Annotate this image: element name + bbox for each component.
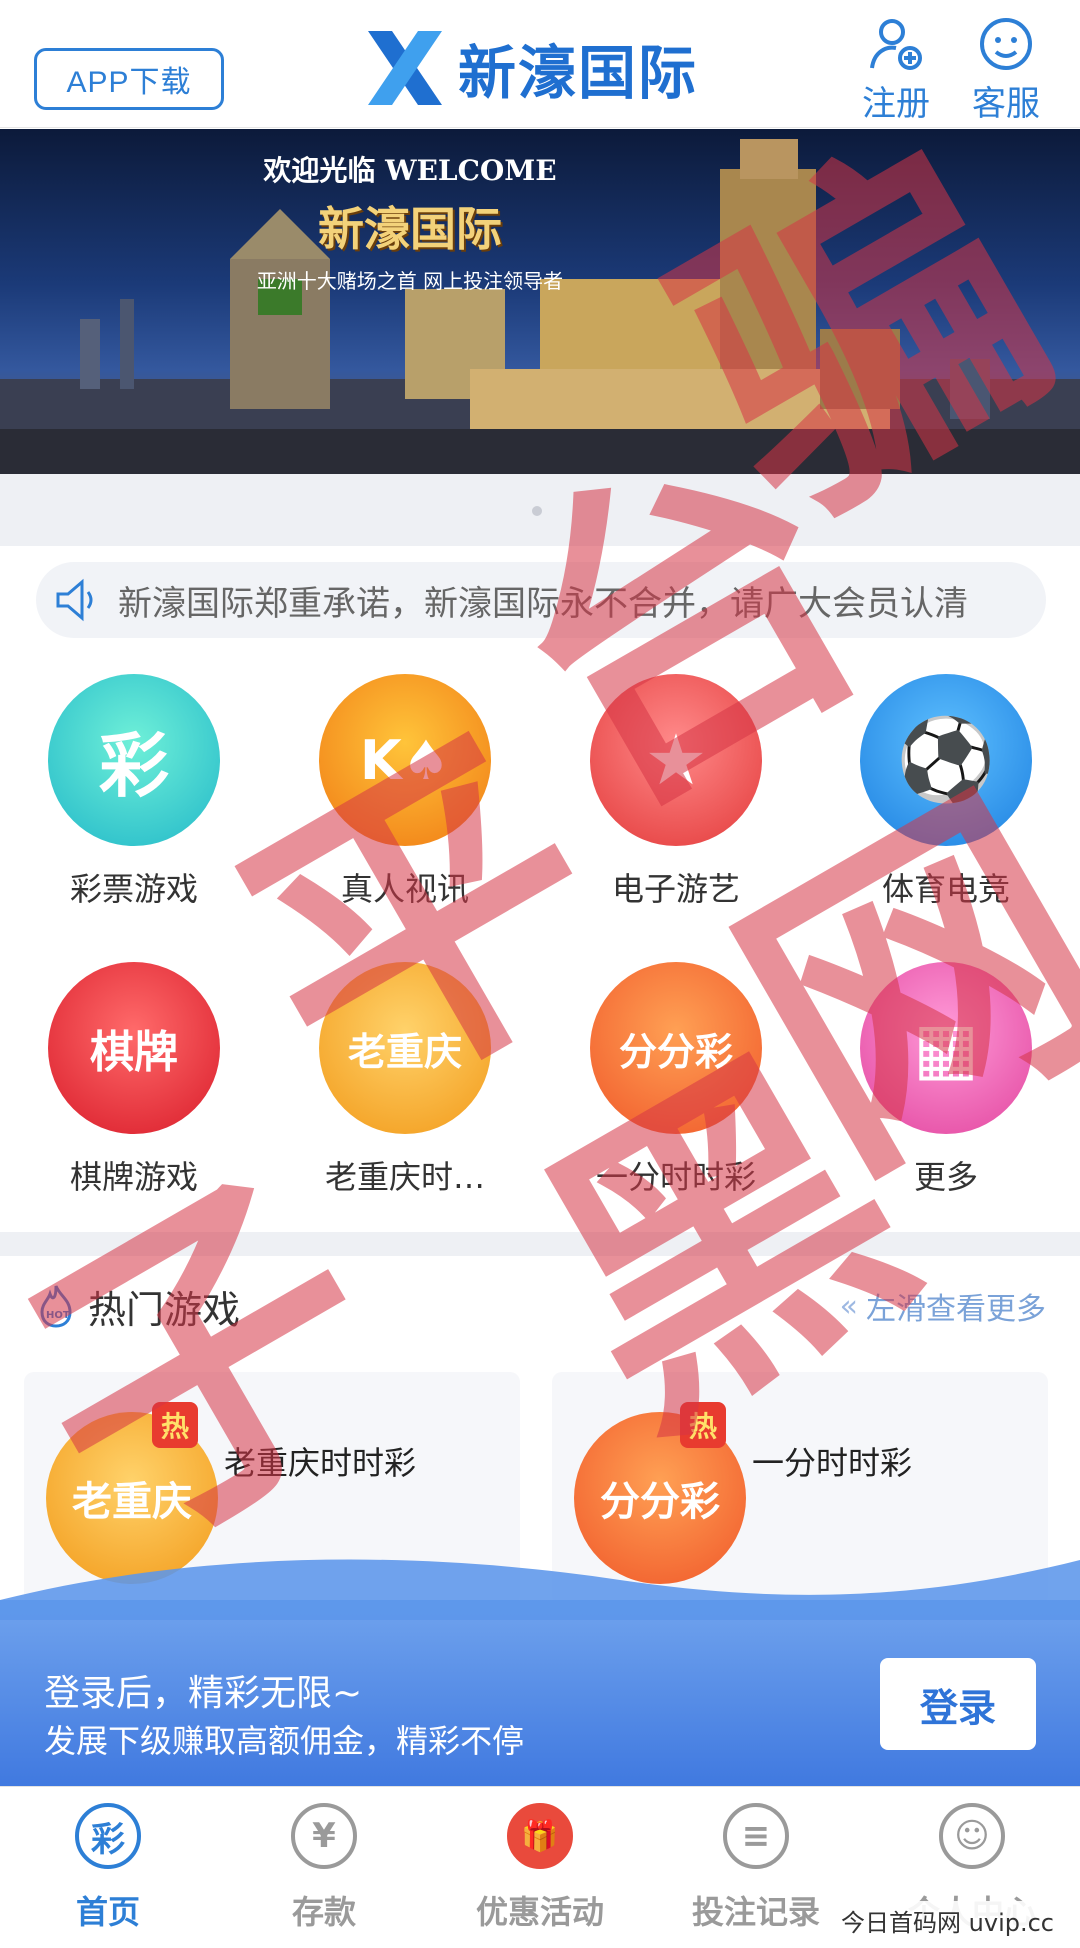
banner-tagline: 亚洲十大赌场之首 网上投注领导者	[256, 269, 564, 293]
carousel-dot[interactable]	[532, 506, 542, 516]
brand-logo[interactable]: 新濠国际	[362, 22, 698, 114]
hot-games-title: 热门游戏	[88, 1287, 241, 1332]
game-label: 老重庆时…	[324, 1158, 485, 1196]
customer-service-button[interactable]: 客服	[956, 16, 1056, 126]
section-divider	[0, 1232, 1080, 1256]
smiley-icon	[980, 18, 1032, 70]
game-label: 真人视讯	[340, 870, 469, 908]
tab-bet-records[interactable]: ≡ 投注记录	[648, 1803, 864, 1943]
hot-flame-icon: HOT	[40, 1285, 72, 1328]
hot-badge: 热	[680, 1402, 726, 1448]
speaker-icon	[56, 578, 93, 622]
tab-deposit[interactable]: ¥ 存款	[216, 1803, 432, 1943]
game-more[interactable]: ▦ 更多	[836, 962, 1056, 1222]
home-lottery-icon: 彩	[75, 1803, 141, 1869]
banner-brand: 新濠国际	[318, 202, 502, 256]
hot-games-header: HOT 热门游戏 « 左滑查看更多	[36, 1276, 1046, 1336]
tab-label: 优惠活动	[475, 1893, 604, 1931]
lottery-icon: 彩	[48, 674, 220, 846]
fenfen-lottery-icon: 分分彩	[590, 962, 762, 1134]
game-chess-cards[interactable]: 棋牌 棋牌游戏	[24, 962, 244, 1222]
service-label: 客服	[972, 84, 1040, 124]
soccer-ball-icon: ⚽	[860, 674, 1032, 846]
tab-label: 首页	[75, 1893, 140, 1931]
hot-badge: 热	[152, 1402, 198, 1448]
playing-cards-icon: K♠	[319, 674, 491, 846]
gift-icon: 🎁	[507, 1803, 573, 1869]
grid-more-icon: ▦	[860, 962, 1032, 1134]
hot-card-name: 一分时时彩	[752, 1444, 913, 1482]
site-watermark: 今日首码网 uvip.cc	[833, 1901, 1062, 1940]
tab-home[interactable]: 彩 首页	[0, 1803, 216, 1943]
carousel-dots-area	[0, 474, 1080, 546]
slot-star-icon: ★	[590, 674, 762, 846]
game-label: 一分时时彩	[595, 1158, 756, 1196]
double-chevron-left-icon: «	[839, 1288, 858, 1324]
logo-text: 新濠国际	[458, 39, 699, 107]
game-live-casino[interactable]: K♠ 真人视讯	[295, 674, 515, 934]
swipe-more-label: 左滑查看更多	[866, 1292, 1046, 1327]
tab-label: 存款	[291, 1893, 356, 1931]
chongqing-lottery-icon: 老重庆	[319, 962, 491, 1134]
game-electronic[interactable]: ★ 电子游艺	[566, 674, 786, 934]
login-button[interactable]: 登录	[880, 1658, 1036, 1750]
hot-card-name: 老重庆时时彩	[224, 1444, 417, 1482]
svg-text:HOT: HOT	[46, 1310, 70, 1321]
game-old-chongqing[interactable]: 老重庆 老重庆时…	[295, 962, 515, 1222]
tab-label: 投注记录	[691, 1893, 820, 1931]
notice-text: 新濠国际郑重承诺，新濠国际永不合并，请广大会员认清	[118, 583, 968, 624]
tab-promotions[interactable]: 🎁 优惠活动	[432, 1803, 648, 1943]
login-headline: 登录后，精彩无限~	[44, 1673, 363, 1714]
register-label: 注册	[862, 84, 930, 124]
welcome-banner[interactable]: 欢迎光临 WELCOME 新濠国际 亚洲十大赌场之首 网上投注领导者	[0, 129, 1080, 474]
top-header: APP下载 新濠国际 注册 客服	[0, 0, 1080, 128]
profile-icon: ☺	[939, 1803, 1005, 1869]
logo-x-icon	[368, 31, 442, 105]
register-button[interactable]: 注册	[846, 16, 946, 126]
game-label: 体育电竞	[881, 870, 1010, 908]
wave-decoration	[0, 1559, 1080, 1620]
banner-title-block: 欢迎光临 WELCOME 新濠国际 亚洲十大赌场之首 网上投注领导者	[210, 149, 610, 294]
game-label: 电子游艺	[611, 870, 740, 908]
game-label: 更多	[913, 1158, 978, 1196]
records-icon: ≡	[723, 1803, 789, 1869]
notice-marquee[interactable]: 新濠国际郑重承诺，新濠国际永不合并，请广大会员认清	[36, 562, 1046, 638]
app-download-button[interactable]: APP下载	[34, 48, 224, 110]
banner-welcome: 欢迎光临 WELCOME	[263, 154, 557, 187]
game-label: 棋牌游戏	[69, 1158, 198, 1196]
game-lottery[interactable]: 彩 彩票游戏	[24, 674, 244, 934]
user-plus-icon	[870, 19, 922, 70]
swipe-more-hint[interactable]: « 左滑查看更多	[840, 1284, 1046, 1328]
poker-cards-icon: 棋牌	[48, 962, 220, 1134]
yuan-icon: ¥	[291, 1803, 357, 1869]
game-label: 彩票游戏	[69, 870, 198, 908]
game-one-minute[interactable]: 分分彩 一分时时彩	[566, 962, 786, 1222]
login-prompt-bar: 登录后，精彩无限~ 发展下级赚取高额佣金，精彩不停 登录	[0, 1559, 1080, 1786]
login-subline: 发展下级赚取高额佣金，精彩不停	[44, 1722, 525, 1760]
game-sports[interactable]: ⚽ 体育电竞	[836, 674, 1056, 934]
